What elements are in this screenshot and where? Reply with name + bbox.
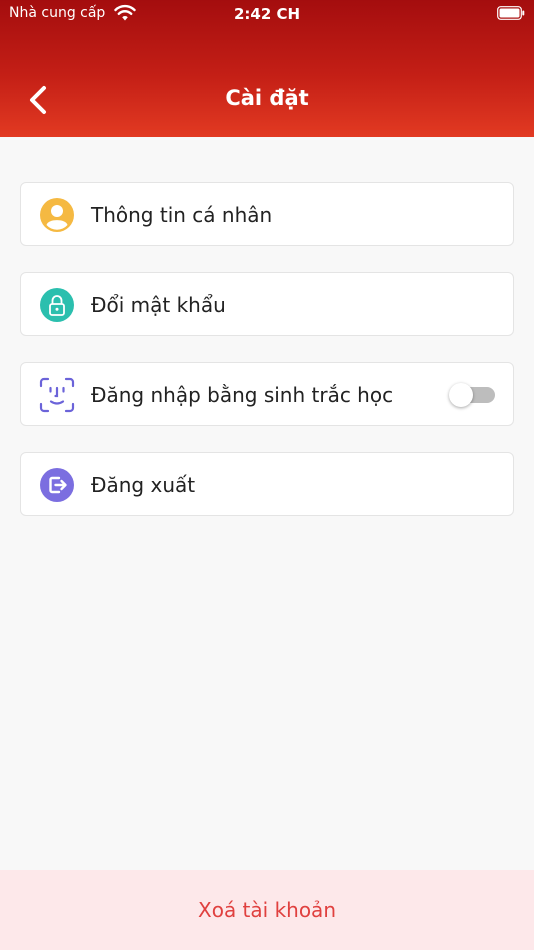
delete-account-button[interactable]: Xoá tài khoản [0, 870, 534, 950]
user-icon [39, 197, 75, 233]
menu-item-label: Đăng nhập bằng sinh trắc học [91, 383, 394, 407]
status-bar: Nhà cung cấp 2:42 CH [0, 0, 534, 28]
header-bar: Nhà cung cấp 2:42 CH Cài đặt [0, 0, 534, 137]
logout-icon [39, 467, 75, 503]
settings-menu: Thông tin cá nhân Đổi mật khẩu Đăng nhập… [20, 182, 514, 542]
menu-item-biometric-login[interactable]: Đăng nhập bằng sinh trắc học [20, 362, 514, 426]
toggle-thumb [449, 383, 473, 407]
menu-item-label: Đổi mật khẩu [91, 293, 226, 317]
page-title: Cài đặt [225, 86, 309, 110]
delete-account-label: Xoá tài khoản [198, 898, 336, 922]
menu-item-personal-info[interactable]: Thông tin cá nhân [20, 182, 514, 246]
battery-icon [497, 6, 525, 20]
face-id-icon [39, 377, 75, 413]
menu-item-label: Thông tin cá nhân [91, 203, 273, 227]
lock-icon [39, 287, 75, 323]
menu-item-change-password[interactable]: Đổi mật khẩu [20, 272, 514, 336]
biometric-toggle[interactable] [449, 383, 497, 407]
menu-item-label: Đăng xuất [91, 473, 196, 497]
status-time: 2:42 CH [233, 5, 301, 23]
menu-item-logout[interactable]: Đăng xuất [20, 452, 514, 516]
